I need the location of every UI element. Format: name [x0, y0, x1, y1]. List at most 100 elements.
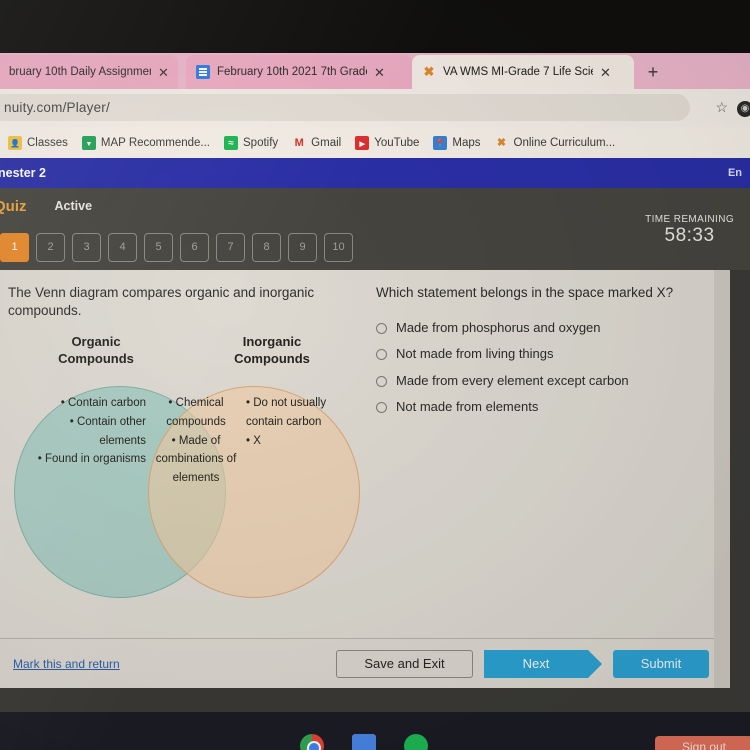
youtube-icon	[355, 135, 370, 150]
bookmark-label: Online Curriculum...	[513, 136, 616, 149]
bookmark-label: Gmail	[311, 136, 342, 149]
browser-window: bruary 10th Daily Assignment ✕ February …	[0, 53, 750, 158]
course-header-bar: nester 2 En	[0, 158, 750, 188]
gmail-icon	[292, 136, 306, 150]
spotify-icon	[224, 135, 238, 150]
tab-title: bruary 10th Daily Assignment	[9, 66, 151, 78]
question-button-6[interactable]: 6	[180, 232, 209, 262]
online-curriculum-icon	[495, 136, 509, 150]
browser-tab-3[interactable]: VA WMS MI-Grade 7 Life Science ✕	[412, 55, 634, 89]
time-remaining: TIME REMAINING 58:33	[645, 214, 734, 247]
tab-title: VA WMS MI-Grade 7 Life Science	[443, 66, 593, 78]
bookmark-label: Maps	[452, 136, 481, 149]
assignment-type-label: Quiz	[0, 197, 27, 215]
google-docs-icon	[196, 65, 210, 79]
bookmark-star-icon[interactable]: ☆	[715, 99, 728, 116]
question-card: The Venn diagram compares organic and in…	[0, 270, 714, 688]
assignment-header: Quiz Active	[0, 188, 750, 224]
assignment-status-label: Active	[54, 199, 93, 213]
venn-overlap-items: • Chemical compounds • Made of combinati…	[155, 397, 237, 484]
course-title: nester 2	[0, 166, 46, 180]
bookmark-youtube[interactable]: YouTube	[355, 135, 420, 150]
new-tab-button[interactable]: +	[640, 61, 666, 85]
answer-choice-label: Made from phosphorus and oxygen	[396, 320, 601, 336]
radio-button-icon[interactable]	[376, 401, 387, 413]
mark-this-and-return-link[interactable]: Mark this and return	[13, 657, 120, 671]
question-button-2[interactable]: 2	[36, 232, 65, 262]
browser-tab-2[interactable]: February 10th 2021 7th Grade - ✕	[186, 55, 412, 89]
question-footer: Mark this and return Save and Exit Next …	[0, 638, 714, 688]
venn-right-title: Inorganic Compounds	[234, 334, 310, 366]
question-column: Which statement belongs in the space mar…	[368, 270, 714, 638]
answer-choice-label: Made from every element except carbon	[396, 372, 629, 388]
question-text: Which statement belongs in the space mar…	[376, 285, 674, 300]
bookmark-online-curriculum[interactable]: Online Curriculum...	[495, 136, 616, 150]
screen-photo: bruary 10th Daily Assignment ✕ February …	[0, 0, 750, 750]
question-button-9[interactable]: 9	[288, 232, 317, 262]
stimulus-column: The Venn diagram compares organic and in…	[0, 270, 368, 638]
radio-button-icon[interactable]	[376, 323, 387, 335]
bookmark-map-recommended[interactable]: MAP Recommende...	[81, 135, 210, 150]
bookmark-gmail[interactable]: Gmail	[292, 136, 341, 150]
time-remaining-label: TIME REMAINING	[645, 214, 734, 225]
question-navigator: 1 2 3 4 5 6 7 8 9 10 TIME REMAINING 58:3…	[0, 214, 750, 270]
submit-button[interactable]: Submit	[613, 649, 709, 678]
browser-tab-1[interactable]: bruary 10th Daily Assignment ✕	[0, 55, 178, 89]
radio-button-icon[interactable]	[376, 349, 387, 361]
edgenuity-player: nester 2 En Quiz Active 1 2 3 4 5 6 7 8 …	[0, 158, 750, 712]
language-selector[interactable]: En	[728, 167, 744, 179]
browser-toolbar: nuity.com/Player/ ☆ ◉	[0, 89, 750, 127]
radio-button-icon[interactable]	[376, 375, 387, 387]
answer-choice-label: Not made from elements	[396, 398, 539, 414]
sign-out-button[interactable]: Sign out	[655, 736, 750, 750]
spotify-icon[interactable]	[404, 734, 428, 750]
venn-right-items: • Do not usually contain carbon • X	[246, 397, 327, 447]
next-button[interactable]: Next	[484, 649, 602, 678]
google-docs-icon[interactable]	[352, 734, 376, 750]
map-recommended-icon	[81, 135, 96, 150]
venn-diagram: Organic Compounds Inorganic Compounds • …	[8, 334, 360, 634]
question-button-4[interactable]: 4	[108, 232, 137, 262]
taskbar-app-icons	[300, 734, 428, 750]
answer-choice-3[interactable]: Made from every element except carbon	[376, 373, 704, 389]
extension-icon[interactable]: ◉	[737, 101, 750, 117]
google-maps-icon	[433, 135, 448, 150]
close-icon[interactable]: ✕	[374, 66, 386, 79]
question-button-10[interactable]: 10	[324, 232, 353, 262]
bookmark-classes[interactable]: Classes	[8, 135, 68, 150]
bookmark-spotify[interactable]: Spotify	[224, 135, 279, 150]
close-icon[interactable]: ✕	[158, 66, 170, 79]
time-remaining-value: 58:33	[664, 225, 715, 246]
question-button-8[interactable]: 8	[252, 232, 281, 262]
question-button-5[interactable]: 5	[144, 232, 173, 262]
question-button-1[interactable]: 1	[0, 232, 29, 262]
question-button-3[interactable]: 3	[72, 232, 101, 262]
venn-titles: Organic Compounds Inorganic Compounds	[8, 334, 360, 367]
bookmarks-bar: Classes MAP Recommende... Spotify Gmail …	[0, 127, 750, 158]
os-taskbar: Sign out	[0, 712, 750, 750]
answer-choice-1[interactable]: Made from phosphorus and oxygen	[376, 320, 704, 336]
chrome-icon[interactable]	[300, 734, 324, 750]
bookmark-maps[interactable]: Maps	[433, 135, 481, 150]
address-bar[interactable]: nuity.com/Player/	[0, 94, 690, 121]
bookmark-label: MAP Recommende...	[100, 136, 210, 149]
bookmark-label: Spotify	[243, 136, 279, 149]
monitor-bezel-top	[0, 0, 750, 55]
save-and-exit-button[interactable]: Save and Exit	[336, 649, 473, 678]
tab-title: February 10th 2021 7th Grade -	[217, 66, 367, 78]
question-button-7[interactable]: 7	[216, 232, 245, 262]
bookmark-label: YouTube	[374, 136, 420, 149]
edgenuity-icon	[422, 65, 436, 79]
answer-choice-2[interactable]: Not made from living things	[376, 346, 704, 362]
stimulus-prompt: The Venn diagram compares organic and in…	[8, 285, 315, 319]
url-text: nuity.com/Player/	[4, 100, 110, 115]
question-card-body: The Venn diagram compares organic and in…	[0, 270, 714, 638]
classes-icon	[8, 135, 22, 150]
bookmark-label: Classes	[27, 136, 68, 149]
answer-choice-4[interactable]: Not made from elements	[376, 399, 704, 415]
close-icon[interactable]: ✕	[600, 66, 612, 79]
venn-left-title: Organic Compounds	[58, 334, 134, 366]
content-scrollbar[interactable]	[714, 270, 730, 688]
generic-icon	[0, 65, 2, 79]
venn-left-items: • Contain carbon • Contain other element…	[37, 397, 146, 466]
